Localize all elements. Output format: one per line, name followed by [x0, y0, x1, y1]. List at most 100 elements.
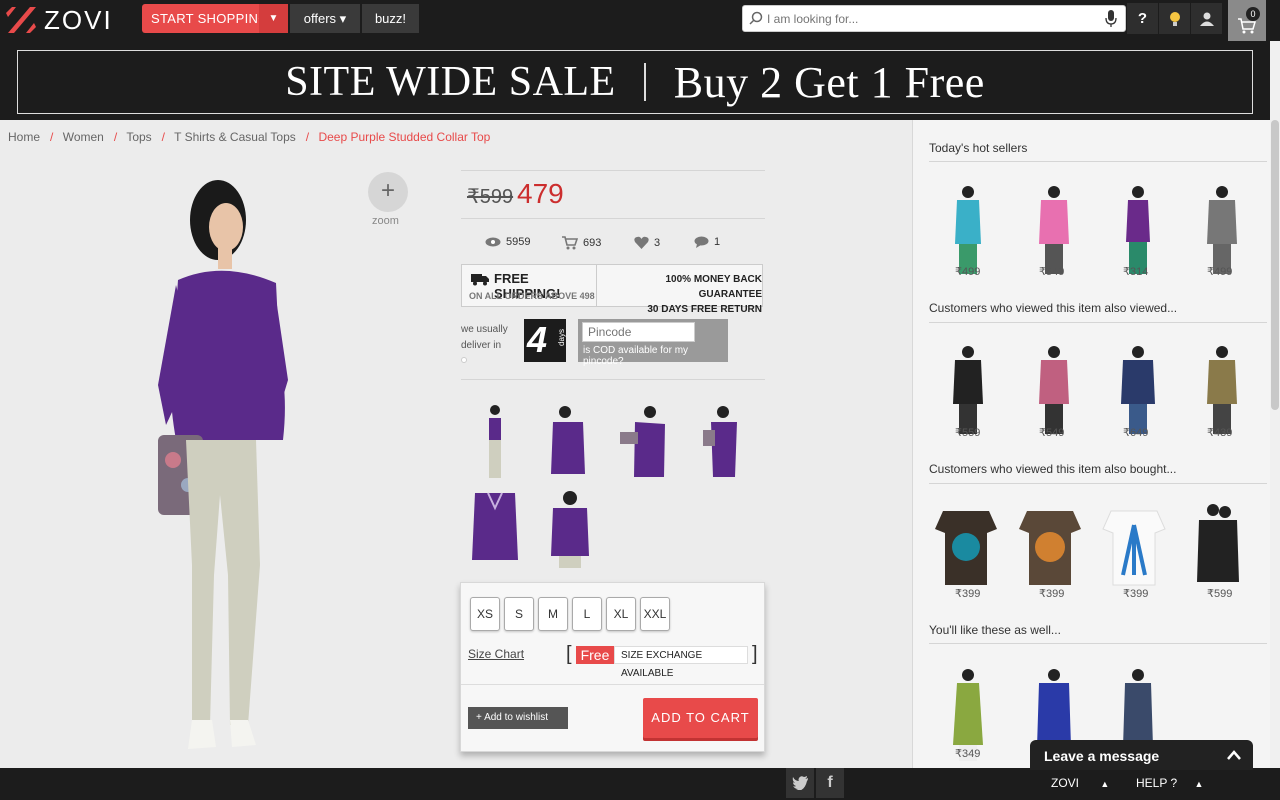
cart-small-icon — [562, 236, 578, 250]
likes-stat[interactable]: 3 — [634, 236, 660, 249]
free-shipping-panel: FREE SHIPPING! ON ALL ORDERS ABOVE 498 — [462, 265, 597, 306]
zovi-logo[interactable]: ZOVI — [6, 4, 113, 36]
product-thumbnail[interactable] — [545, 488, 595, 568]
exchange-free-label: Free — [576, 646, 614, 664]
money-back-text: 100% MONEY BACK GUARANTEE — [665, 274, 762, 300]
size-s-button[interactable]: S — [504, 597, 534, 631]
product-main-image[interactable] — [148, 165, 298, 755]
search-box — [742, 5, 1126, 32]
divider — [461, 379, 765, 380]
start-shopping-dropdown-icon[interactable]: ▼ — [259, 4, 288, 33]
recommended-price: ₹439 — [1207, 427, 1233, 439]
bracket-left: [ — [566, 643, 572, 665]
recommended-price: ₹399 — [1123, 588, 1149, 600]
zovi-logo-mark-icon — [6, 7, 36, 33]
leave-message-chat[interactable]: Leave a message — [1030, 740, 1253, 770]
breadcrumb-current: Deep Purple Studded Collar Top — [318, 130, 491, 144]
cart-button[interactable] — [1228, 0, 1266, 41]
breadcrumb-tshirts[interactable]: T Shirts & Casual Tops — [174, 130, 296, 144]
breadcrumb-home[interactable]: Home — [8, 130, 40, 144]
divider — [461, 170, 765, 171]
cart-count: 693 — [583, 237, 602, 249]
recommended-product[interactable] — [1193, 500, 1243, 600]
recommended-price: ₹314 — [1123, 266, 1149, 278]
comments-stat[interactable]: 1 — [694, 236, 720, 248]
section-title-you-may-like: You'll like these as well... — [929, 623, 1061, 637]
product-thumbnail[interactable] — [470, 488, 520, 568]
recommended-price: ₹499 — [1207, 266, 1233, 278]
user-glyph-icon — [1199, 12, 1214, 26]
divider — [929, 483, 1267, 484]
section-title-also-viewed: Customers who viewed this item also view… — [929, 301, 1178, 315]
free-shipping-sub: ON ALL ORDERS ABOVE 498 — [469, 291, 595, 301]
product-thumbnail[interactable] — [545, 402, 595, 482]
heart-icon — [634, 236, 649, 249]
add-to-cart-button[interactable]: ADD TO CART — [643, 698, 758, 738]
leave-message-label: Leave a message — [1044, 748, 1160, 764]
promo-banner[interactable]: SITE WIDE SALE Buy 2 Get 1 Free — [17, 50, 1253, 114]
user-icon[interactable] — [1191, 3, 1222, 34]
footer-help-link[interactable]: HELP ? ▲ — [1136, 776, 1203, 790]
footer-zovi-link[interactable]: ZOVI ▲ — [1051, 776, 1109, 790]
lightbulb-glyph-icon — [1169, 11, 1180, 26]
size-xl-button[interactable]: XL — [606, 597, 636, 631]
size-xs-button[interactable]: XS — [470, 597, 500, 631]
pincode-input[interactable] — [582, 322, 695, 342]
buzz-link[interactable]: buzz! — [362, 4, 419, 33]
size-selection-panel: XS S M L XL XXL Size Chart [ Free SIZE E… — [460, 582, 765, 752]
breadcrumb-women[interactable]: Women — [63, 130, 104, 144]
cart-stat: 693 — [562, 236, 601, 250]
divider — [929, 161, 1267, 162]
zoom-button[interactable]: + — [368, 172, 408, 212]
views-stat: 5959 — [485, 236, 530, 248]
scrollbar-thumb[interactable] — [1271, 120, 1279, 410]
truck-icon — [471, 274, 489, 286]
recommended-product[interactable] — [933, 505, 999, 589]
recommended-product[interactable] — [1017, 505, 1083, 589]
offers-label: offers — [303, 11, 337, 26]
microphone-icon[interactable] — [1105, 10, 1117, 28]
breadcrumb-tops[interactable]: Tops — [126, 130, 151, 144]
lightbulb-icon[interactable] — [1159, 3, 1190, 34]
likes-count: 3 — [654, 236, 661, 249]
divider — [929, 643, 1267, 644]
breadcrumb: Home / Women / Tops / T Shirts & Casual Top… — [8, 130, 491, 144]
recommended-price: ₹599 — [1207, 588, 1233, 600]
banner-left-text: SITE WIDE SALE — [285, 59, 616, 105]
product-thumbnail[interactable] — [695, 402, 745, 482]
search-input[interactable] — [767, 10, 1097, 28]
recommended-price: ₹559 — [955, 427, 981, 439]
offers-menu[interactable]: offers ▾ — [290, 4, 360, 33]
cod-check-link[interactable]: is COD available for my pincode? — [583, 345, 728, 367]
twitter-icon[interactable] — [786, 768, 814, 798]
delivery-days-box: 4 days — [524, 319, 566, 362]
banner-divider — [643, 63, 646, 101]
delivery-days-number: 4 — [527, 319, 548, 360]
carousel-dot[interactable] — [461, 357, 467, 363]
recommended-product[interactable] — [1101, 505, 1167, 589]
guarantee-panel: 100% MONEY BACK GUARANTEE 30 DAYS FREE R… — [602, 272, 762, 317]
product-thumbnail[interactable] — [470, 402, 520, 482]
add-to-wishlist-button[interactable]: + Add to wishlist — [468, 707, 568, 729]
size-l-button[interactable]: L — [572, 597, 602, 631]
banner-right-text: Buy 2 Get 1 Free — [673, 57, 985, 107]
product-thumbnail[interactable] — [620, 402, 670, 482]
cart-count-badge: 0 — [1246, 7, 1260, 21]
footer-zovi-label: ZOVI — [1051, 776, 1080, 790]
facebook-icon[interactable]: f — [816, 768, 844, 798]
logo-text: ZOVI — [44, 4, 113, 35]
help-icon[interactable]: ? — [1127, 3, 1158, 34]
comment-icon — [694, 236, 709, 248]
chevron-up-icon[interactable] — [1226, 748, 1242, 762]
size-chart-link[interactable]: Size Chart — [468, 647, 524, 661]
sale-price: 479 — [517, 178, 564, 209]
size-xxl-button[interactable]: XXL — [640, 597, 670, 631]
size-m-button[interactable]: M — [538, 597, 568, 631]
bracket-right: ] — [752, 643, 758, 665]
recommended-price: ₹399 — [1039, 588, 1065, 600]
divider — [461, 684, 764, 685]
recommended-price: ₹399 — [955, 588, 981, 600]
delivery-label: we usually deliver in — [461, 324, 508, 351]
twitter-bird-icon — [792, 776, 808, 791]
recommended-price: ₹349 — [955, 748, 981, 760]
